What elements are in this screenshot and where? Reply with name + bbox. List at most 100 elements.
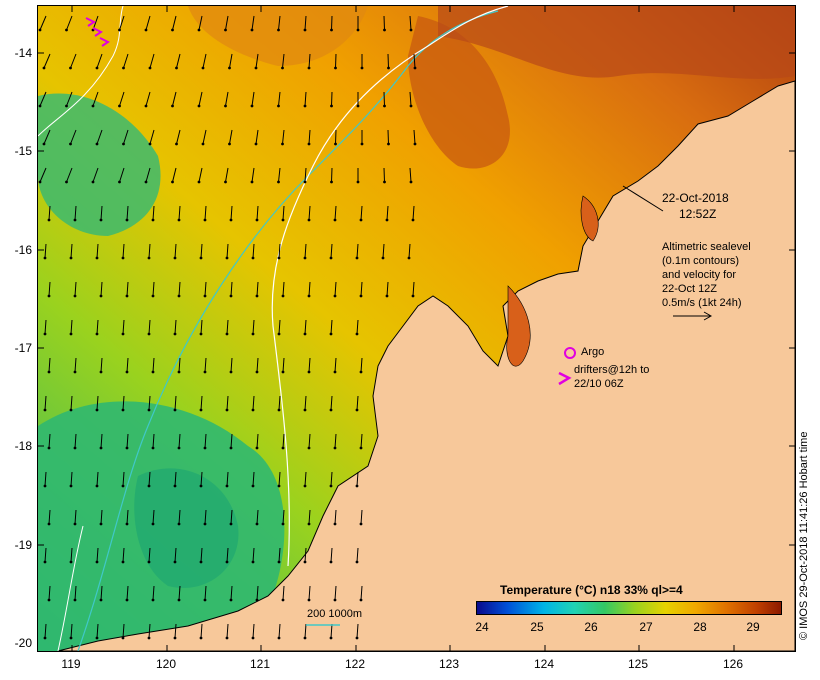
velocity-arrowhead <box>387 142 390 146</box>
velocity-arrowhead <box>303 484 307 488</box>
velocity-arrowhead <box>173 408 177 412</box>
velocity-arrowhead <box>307 370 311 374</box>
velocity-arrowhead <box>254 142 258 146</box>
velocity-arrowhead <box>385 218 389 222</box>
velocity-arrowhead <box>355 408 359 412</box>
velocity-arrowhead <box>38 104 42 108</box>
velocity-arrowhead <box>47 370 51 374</box>
imos-credit: © IMOS 29-Oct-2018 11:41:26 Hobart time <box>798 431 810 640</box>
velocity-arrowhead <box>95 560 99 564</box>
velocity-arrowhead <box>203 370 207 374</box>
velocity-arrowhead <box>281 218 285 222</box>
velocity-arrowhead <box>47 294 51 298</box>
velocity-arrowhead <box>144 104 148 108</box>
velocity-arrowhead <box>99 446 103 450</box>
velocity-arrowhead <box>177 522 181 526</box>
velocity-arrowhead <box>203 446 207 450</box>
y-tick-label: -20 <box>14 636 32 650</box>
velocity-arrowhead <box>355 256 359 260</box>
velocity-arrowhead <box>151 218 155 222</box>
velocity-arrowhead <box>329 636 333 640</box>
velocity-arrowhead <box>333 218 337 222</box>
velocity-arrowhead <box>203 218 207 222</box>
velocity-arrowhead <box>121 636 125 640</box>
velocity-arrowhead <box>333 294 337 298</box>
colorbar-tick: 25 <box>530 620 544 634</box>
velocity-arrowhead <box>69 66 72 70</box>
velocity-arrowhead <box>330 104 333 108</box>
velocity-arrowhead <box>148 66 152 70</box>
velocity-arrowhead <box>121 484 125 488</box>
y-tick-label: -14 <box>14 46 32 60</box>
velocity-arrowhead <box>224 104 227 108</box>
velocity-arrowhead <box>69 408 73 412</box>
velocity-arrowhead <box>95 484 99 488</box>
velocity-arrowhead <box>121 408 125 412</box>
velocity-arrowhead <box>173 636 177 640</box>
velocity-arrowhead <box>307 598 311 602</box>
velocity-arrowhead <box>229 294 233 298</box>
velocity-arrowhead <box>171 104 174 108</box>
velocity-arrowhead <box>229 522 233 526</box>
velocity-arrowhead <box>99 218 103 222</box>
swath-date: 22-Oct-2018 <box>662 191 729 205</box>
velocity-arrowhead <box>42 142 46 146</box>
velocity-arrowhead <box>147 560 151 564</box>
velocity-arrowhead <box>99 294 103 298</box>
velocity-arrowhead <box>151 446 155 450</box>
velocity-arrowhead <box>42 66 46 70</box>
velocity-arrowhead <box>228 66 231 70</box>
y-tick-label: -16 <box>14 243 32 257</box>
velocity-arrowhead <box>118 104 121 108</box>
velocity-arrowhead <box>228 142 231 146</box>
velocity-arrowhead <box>173 256 177 260</box>
velocity-arrowhead <box>95 142 99 146</box>
velocity-arrowhead <box>69 636 73 640</box>
velocity-arrowhead <box>203 522 207 526</box>
altimetry-note-line: 22-Oct 12Z <box>662 283 718 295</box>
velocity-arrowhead <box>43 332 47 336</box>
velocity-arrowhead <box>277 408 281 412</box>
velocity-arrowhead <box>333 598 337 602</box>
velocity-arrowhead <box>281 446 285 450</box>
velocity-arrowhead <box>360 142 364 146</box>
velocity-arrowhead <box>177 598 181 602</box>
colorbar-tick: 26 <box>584 620 598 634</box>
velocity-arrowhead <box>118 28 121 32</box>
velocity-arrowhead <box>199 636 203 640</box>
velocity-arrowhead <box>383 104 386 108</box>
velocity-arrowhead <box>277 332 281 336</box>
velocity-arrowhead <box>409 180 413 184</box>
altimetry-note-line: 0.5m/s (1kt 24h) <box>662 297 742 309</box>
velocity-arrowhead <box>47 522 51 526</box>
colorbar-tick: 29 <box>746 620 760 634</box>
velocity-arrowhead <box>413 142 417 146</box>
velocity-arrowhead <box>224 28 227 32</box>
y-tick-label: -18 <box>14 439 32 453</box>
velocity-arrowhead <box>125 294 129 298</box>
drifters-label: 22/10 06Z <box>574 378 624 390</box>
altimetry-note-line: Altimetric sealevel <box>662 241 751 253</box>
velocity-arrowhead <box>122 66 125 70</box>
velocity-arrowhead <box>147 256 151 260</box>
velocity-arrowhead <box>277 560 281 564</box>
velocity-arrowhead <box>121 560 125 564</box>
velocity-arrowhead <box>224 180 227 184</box>
x-tick-label: 125 <box>627 657 649 671</box>
velocity-arrowhead <box>229 446 233 450</box>
velocity-arrowhead <box>151 598 155 602</box>
velocity-arrowhead <box>121 256 125 260</box>
velocity-arrowhead <box>334 142 337 146</box>
velocity-arrow <box>335 53 337 69</box>
x-tick-label: 123 <box>438 657 460 671</box>
velocity-arrowhead <box>251 332 255 336</box>
x-tick-label: 122 <box>344 657 366 671</box>
velocity-arrowhead <box>383 28 386 32</box>
temperature-colorbar <box>476 601 782 615</box>
x-tick-label: 120 <box>155 657 177 671</box>
velocity-arrowhead <box>381 256 385 260</box>
velocity-arrowhead <box>73 598 77 602</box>
velocity-arrow <box>331 167 333 183</box>
velocity-arrowhead <box>177 370 181 374</box>
velocity-arrowhead <box>173 560 177 564</box>
